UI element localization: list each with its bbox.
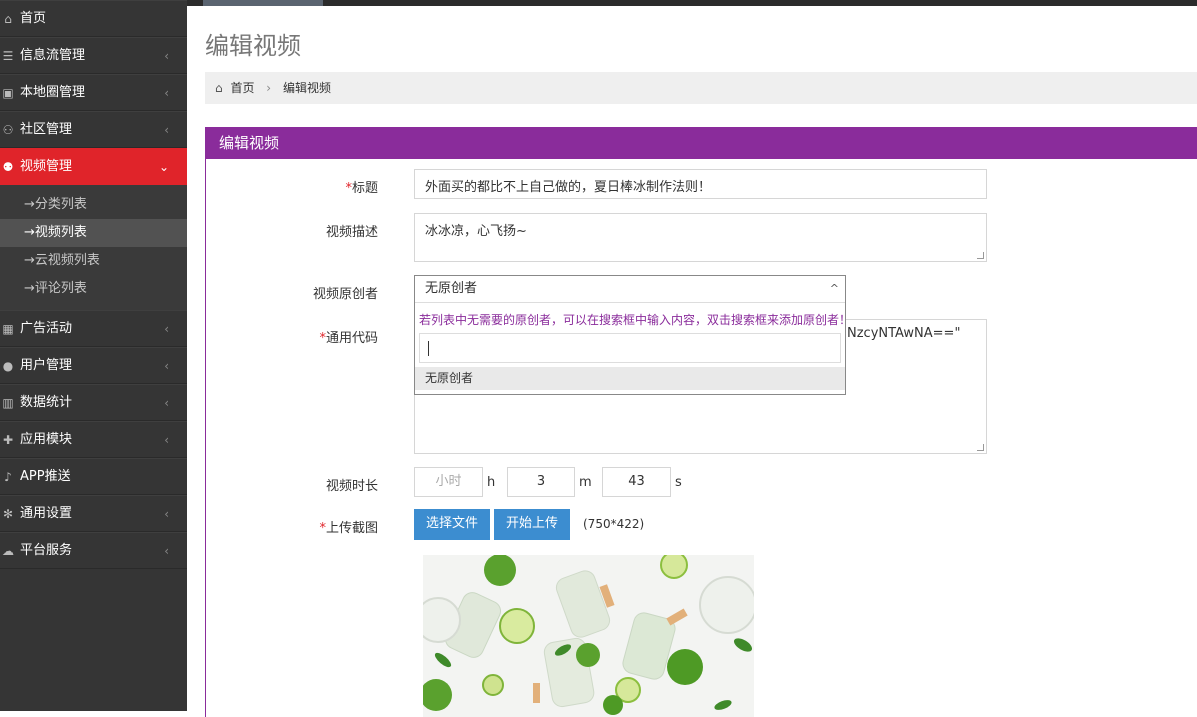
chevron-left-icon: ‹ [164,544,169,558]
sidebar-item[interactable]: ⚉ 视频管理 ⌄ [0,148,187,185]
resize-handle[interactable] [977,252,984,259]
sidebar-item-label: 视频管理 [20,159,73,174]
text-cursor [428,341,429,356]
sidebar-submenu: →分类列表 →视频列表 →云视频列表 →评论列表 [0,185,187,310]
home-icon: ⌂ [215,81,223,95]
resize-handle[interactable] [977,444,984,451]
cloud-icon: ☁ [2,544,14,558]
description-textarea[interactable]: 冰冰凉，心飞扬~ [414,213,987,262]
description-label: 视频描述 [325,225,378,240]
chevron-left-icon: ‹ [164,123,169,137]
puzzle-icon: ✚ [2,433,14,447]
breadcrumb-home-link[interactable]: 首页 [230,81,254,95]
code-label: *通用代码 [208,327,378,346]
sidebar-item[interactable]: ● 用户管理 ‹ [0,347,187,384]
home-icon: ⌂ [4,12,12,26]
code-label-text: 通用代码 [325,331,378,346]
breadcrumb-separator: › [266,81,272,95]
sidebar-item[interactable]: ▥ 数据统计 ‹ [0,384,187,421]
chevron-up-icon[interactable]: ^ [830,282,839,295]
sidebar-item-label: 信息流管理 [20,48,86,63]
sidebar-item-label: 应用模块 [20,432,73,447]
chevron-left-icon: ‹ [164,433,169,447]
seconds-unit: s [675,475,682,490]
sidebar-item-label: 社区管理 [20,122,73,137]
gears-icon: ✻ [2,507,14,521]
sidebar-item-label: 平台服务 [20,543,73,558]
sidebar-item-label: 广告活动 [20,321,73,336]
description-text: 冰冰凉，心飞扬~ [425,224,527,239]
sidebar-item-label: 首页 [20,11,47,26]
creator-search-input[interactable] [419,333,841,363]
sidebar-item[interactable]: ☁ 平台服务 ‹ [0,532,187,569]
sidebar-subitem[interactable]: →评论列表 [0,275,187,303]
duration-label: 视频时长 [325,479,378,494]
breadcrumb: ⌂ 首页 › 编辑视频 [205,72,1197,104]
minutes-input[interactable]: 3 [507,467,575,497]
calendar-icon: ▦ [2,322,14,336]
chevron-left-icon: ‹ [164,396,169,410]
code-text: NzcyNTAwNA==" [847,326,961,341]
sidebar-item-label: 本地圈管理 [20,85,86,100]
main-content: 编辑视频 ⌂ 首页 › 编辑视频 编辑视频 *标题 外面买的都比不上自己做的，夏… [187,6,1197,717]
camera-icon: ▣ [2,86,14,100]
minutes-unit: m [579,475,592,490]
chevron-left-icon: ‹ [164,49,169,63]
screenshot-label-text: 上传截图 [325,521,378,536]
screenshot-label: *上传截图 [208,517,378,536]
popsicle-lime-illustration [423,555,754,717]
sidebar-item-label: 通用设置 [20,506,73,521]
chevron-left-icon: ‹ [164,507,169,521]
group-icon: ⚉ [2,160,14,174]
chevron-down-icon: ⌄ [158,160,169,174]
sidebar-subitem[interactable]: →视频列表 [0,219,187,247]
page-title: 编辑视频 [205,32,301,60]
creator-hint: 若列表中无需要的原创者，可以在搜索框中输入内容，双击搜索框来添加原创者！ [419,313,852,327]
title-label: *标题 [208,177,378,196]
hours-input[interactable]: 小时 [414,467,483,497]
start-upload-button[interactable]: 开始上传 [494,509,571,540]
creator-select[interactable]: 无原创者 ^ 若列表中无需要的原创者，可以在搜索框中输入内容，双击搜索框来添加原… [414,275,852,395]
chevron-left-icon: ‹ [164,86,169,100]
chevron-left-icon: ‹ [164,359,169,373]
sidebar: ⌂ 首页 ☰ 信息流管理 ‹ ▣ 本地圈管理 ‹ ⚇ 社区管理 ‹ ⚉ 视频管理 ⌄ →分类列表 →视频列表 →… [0,0,187,711]
sidebar-item[interactable]: ⚇ 社区管理 ‹ [0,111,187,148]
creator-option[interactable]: 无原创者 [415,367,845,390]
seconds-input[interactable]: 43 [602,467,671,497]
sidebar-item[interactable]: ✻ 通用设置 ‹ [0,495,187,532]
users-icon: ⚇ [2,123,14,137]
sidebar-subitem[interactable]: →云视频列表 [0,247,187,275]
screenshot-preview-image [423,555,754,717]
sidebar-subitem[interactable]: →分类列表 [0,191,187,219]
sidebar-item[interactable]: ✚ 应用模块 ‹ [0,421,187,458]
creator-selected-value[interactable]: 无原创者 [415,276,845,303]
panel-title: 编辑视频 [206,127,1197,159]
sidebar-item[interactable]: ▣ 本地圈管理 ‹ [0,74,187,111]
edit-panel: 编辑视频 *标题 外面买的都比不上自己做的，夏日棒冰制作法则！ 视频描述 冰冰凉… [205,127,1197,717]
sidebar-item[interactable]: ⌂ 首页 [0,0,187,37]
creator-label: 视频原创者 [312,287,378,302]
hours-unit: h [487,475,496,490]
sidebar-item-label: 用户管理 [20,358,73,373]
breadcrumb-current: 编辑视频 [282,81,331,95]
bell-icon: ♪ [4,470,12,484]
title-label-text: 标题 [351,181,378,196]
sidebar-item[interactable]: ☰ 信息流管理 ‹ [0,37,187,74]
sidebar-item-label: 数据统计 [20,395,73,410]
list-icon: ☰ [2,49,14,63]
bar-chart-icon: ▥ [2,396,14,410]
chevron-left-icon: ‹ [164,322,169,336]
title-input[interactable]: 外面买的都比不上自己做的，夏日棒冰制作法则！ [414,169,987,199]
size-hint: (750*422) [583,517,645,531]
choose-file-button[interactable]: 选择文件 [414,509,491,540]
user-icon: ● [2,359,14,373]
sidebar-item[interactable]: ♪ APP推送 [0,458,187,495]
sidebar-item[interactable]: ▦ 广告活动 ‹ [0,310,187,347]
sidebar-item-label: APP推送 [20,469,71,484]
